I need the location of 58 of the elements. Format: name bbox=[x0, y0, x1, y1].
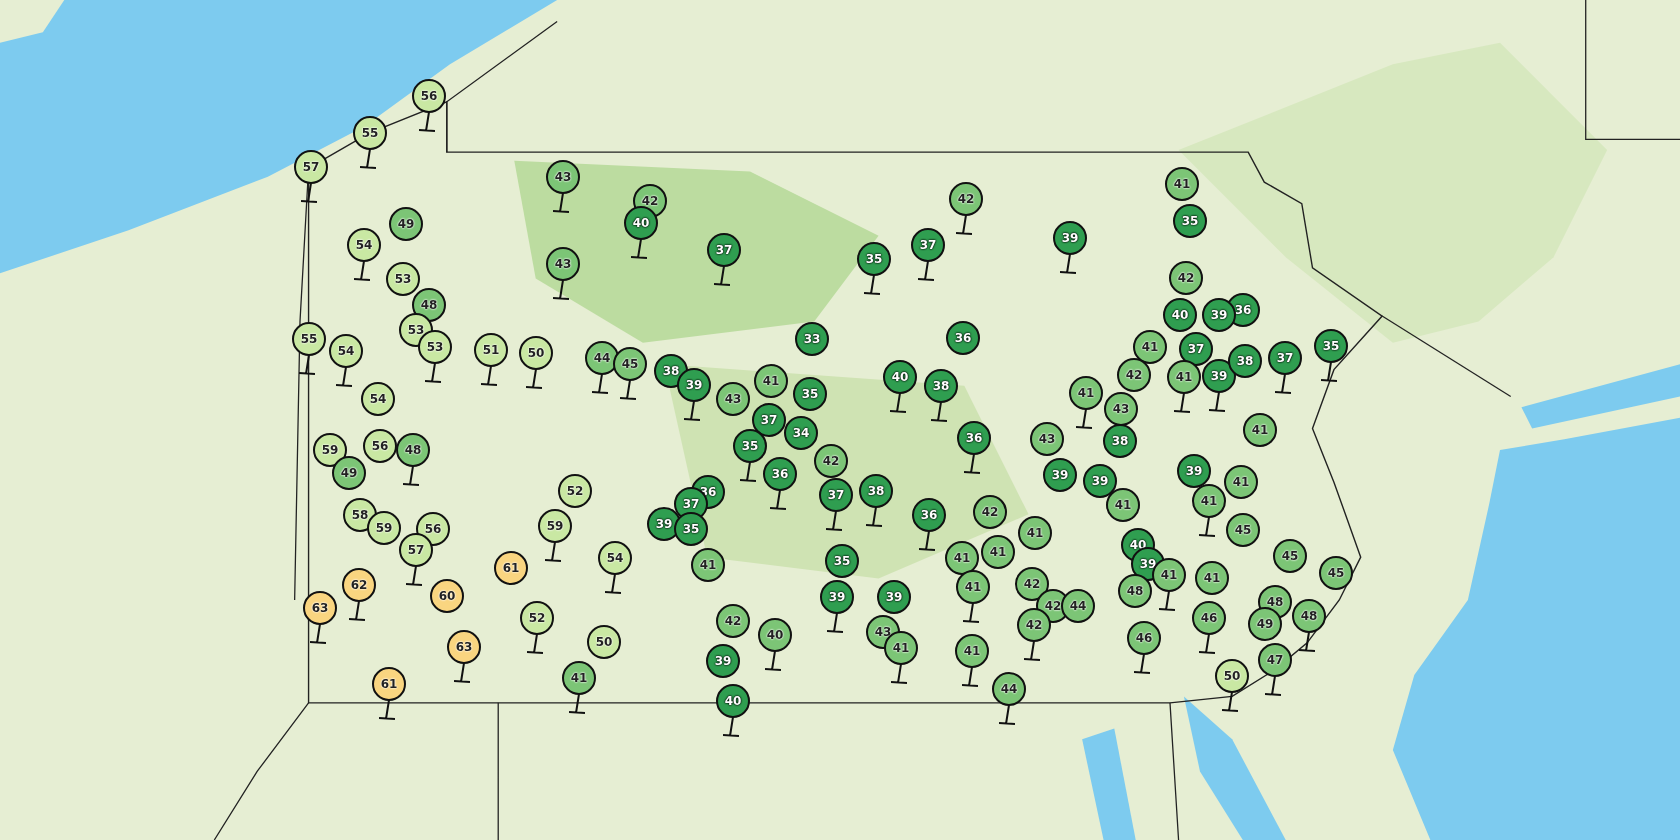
wind-barb-icon bbox=[553, 280, 569, 300]
wind-barb-icon bbox=[592, 374, 608, 394]
wind-barb-icon bbox=[454, 663, 470, 683]
wind-barb-icon bbox=[481, 366, 497, 386]
wind-barb-icon bbox=[310, 624, 326, 644]
wind-barb-icon bbox=[1174, 393, 1190, 413]
wind-barb-icon bbox=[360, 149, 376, 169]
wind-barb-icon bbox=[826, 511, 842, 531]
wind-barb-icon bbox=[919, 531, 935, 551]
wind-barb-icon bbox=[1222, 692, 1238, 712]
wind-barb-icon bbox=[403, 466, 419, 486]
wind-barb-icon bbox=[336, 367, 352, 387]
wind-barb-icon bbox=[1265, 676, 1281, 696]
wind-barb-icon bbox=[956, 215, 972, 235]
wind-barb-icon bbox=[723, 717, 739, 737]
wind-barb-icon bbox=[684, 401, 700, 421]
wind-barb-icon bbox=[890, 393, 906, 413]
wind-barb-icon bbox=[1275, 374, 1291, 394]
wind-barb-icon bbox=[999, 705, 1015, 725]
wind-barb-icon bbox=[1076, 409, 1092, 429]
wind-barb-icon bbox=[740, 462, 756, 482]
wind-barb-icon bbox=[864, 275, 880, 295]
wind-barb-icon bbox=[770, 490, 786, 510]
wind-barb-icon bbox=[620, 380, 636, 400]
wind-barb-icon bbox=[827, 613, 843, 633]
wind-barb-icon bbox=[354, 261, 370, 281]
wind-barb-icon bbox=[765, 651, 781, 671]
wind-barb-icon bbox=[918, 261, 934, 281]
wind-barb-icon bbox=[379, 700, 395, 720]
wind-barb-icon bbox=[891, 664, 907, 684]
wind-barb-icon bbox=[545, 542, 561, 562]
wind-barb-icon bbox=[349, 601, 365, 621]
wind-barb-icon bbox=[419, 112, 435, 132]
wind-barb-icon bbox=[963, 603, 979, 623]
wind-barb-icon bbox=[1159, 591, 1175, 611]
wind-barb-icon bbox=[526, 369, 542, 389]
wind-barb-icon bbox=[301, 183, 317, 203]
wind-barb-icon bbox=[425, 363, 441, 383]
wind-barb-icon bbox=[1299, 632, 1315, 652]
wind-barb-icon bbox=[1134, 654, 1150, 674]
wind-barb-icon bbox=[1199, 634, 1215, 654]
wind-barb-icon bbox=[1321, 362, 1337, 382]
wind-barb-icon bbox=[1209, 392, 1225, 412]
wind-barb-icon bbox=[964, 454, 980, 474]
wind-barb-icon bbox=[1024, 641, 1040, 661]
wind-barb-icon bbox=[299, 355, 315, 375]
wind-barb-icon bbox=[631, 239, 647, 259]
wind-barb-icon bbox=[406, 566, 422, 586]
wind-barb-icon bbox=[714, 266, 730, 286]
wind-barb-icon bbox=[866, 507, 882, 527]
wind-barb-icon bbox=[527, 634, 543, 654]
wind-barb-icon bbox=[605, 574, 621, 594]
wind-barb-icon bbox=[569, 694, 585, 714]
wind-barb-icon bbox=[931, 402, 947, 422]
wind-barb-icon bbox=[962, 667, 978, 687]
wind-barb-icon bbox=[1060, 254, 1076, 274]
wind-barb-icon bbox=[553, 193, 569, 213]
wind-barb-icon bbox=[1199, 517, 1215, 537]
